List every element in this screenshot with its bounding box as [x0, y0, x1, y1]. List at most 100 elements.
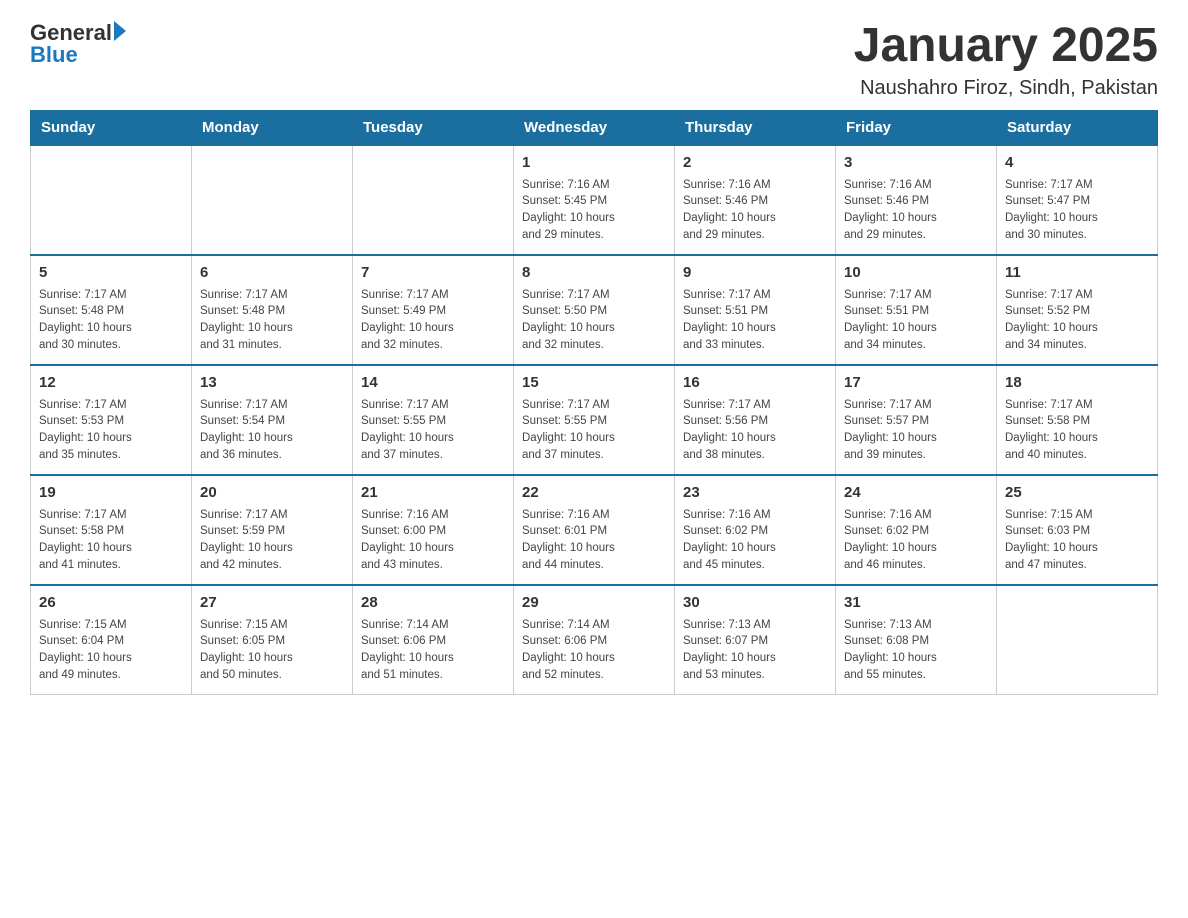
- logo: General Blue: [30, 20, 126, 68]
- day-number: 30: [683, 592, 827, 614]
- day-info: Sunrise: 7:16 AM Sunset: 6:01 PM Dayligh…: [522, 507, 666, 574]
- logo-arrow-icon: [114, 21, 126, 41]
- day-number: 1: [522, 152, 666, 174]
- calendar-cell: 19 Sunrise: 7:17 AM Sunset: 5:58 PM Dayli…: [31, 475, 192, 585]
- calendar-cell: 7Sunrise: 7:17 AM Sunset: 5:49 PM Daylig…: [353, 255, 514, 365]
- calendar-header: SundayMondayTuesdayWednesdayThursdayFrid…: [31, 110, 1158, 145]
- calendar-cell: 22 Sunrise: 7:16 AM Sunset: 6:01 PM Dayli…: [514, 475, 675, 585]
- day-info: Sunrise: 7:17 AM Sunset: 5:59 PM Dayligh…: [200, 507, 344, 574]
- day-number: 4: [1005, 152, 1149, 174]
- calendar-cell: 14 Sunrise: 7:17 AM Sunset: 5:55 PM Dayli…: [353, 365, 514, 475]
- day-number: 14: [361, 372, 505, 394]
- calendar-week-row: 26 Sunrise: 7:15 AM Sunset: 6:04 PM Dayli…: [31, 585, 1158, 695]
- calendar-cell: 18Sunrise: 7:17 AM Sunset: 5:58 PM Dayli…: [997, 365, 1158, 475]
- calendar-cell: 10Sunrise: 7:17 AM Sunset: 5:51 PM Dayli…: [836, 255, 997, 365]
- calendar-cell: [192, 145, 353, 255]
- day-info: Sunrise: 7:17 AM Sunset: 5:48 PM Dayligh…: [39, 287, 183, 354]
- day-info: Sunrise: 7:17 AM Sunset: 5:58 PM Dayligh…: [39, 507, 183, 574]
- calendar-cell: 25Sunrise: 7:15 AM Sunset: 6:03 PM Dayli…: [997, 475, 1158, 585]
- day-info: Sunrise: 7:17 AM Sunset: 5:57 PM Dayligh…: [844, 397, 988, 464]
- day-number: 16: [683, 372, 827, 394]
- day-info: Sunrise: 7:17 AM Sunset: 5:48 PM Dayligh…: [200, 287, 344, 354]
- calendar-cell: 2Sunrise: 7:16 AM Sunset: 5:46 PM Daylig…: [675, 145, 836, 255]
- calendar-cell: 9 Sunrise: 7:17 AM Sunset: 5:51 PM Daylig…: [675, 255, 836, 365]
- day-number: 19: [39, 482, 183, 504]
- day-info: Sunrise: 7:15 AM Sunset: 6:04 PM Dayligh…: [39, 617, 183, 684]
- calendar-cell: [353, 145, 514, 255]
- calendar-cell: 12Sunrise: 7:17 AM Sunset: 5:53 PM Dayli…: [31, 365, 192, 475]
- day-number: 24: [844, 482, 988, 504]
- page-header: General Blue January 2025 Naushahro Firo…: [30, 20, 1158, 100]
- day-of-week-header: Thursday: [675, 110, 836, 145]
- month-title: January 2025: [854, 20, 1158, 73]
- calendar-cell: 8Sunrise: 7:17 AM Sunset: 5:50 PM Daylig…: [514, 255, 675, 365]
- day-number: 12: [39, 372, 183, 394]
- day-number: 25: [1005, 482, 1149, 504]
- day-number: 23: [683, 482, 827, 504]
- calendar-cell: 20 Sunrise: 7:17 AM Sunset: 5:59 PM Dayli…: [192, 475, 353, 585]
- day-info: Sunrise: 7:17 AM Sunset: 5:56 PM Dayligh…: [683, 397, 827, 464]
- day-number: 21: [361, 482, 505, 504]
- day-info: Sunrise: 7:16 AM Sunset: 5:46 PM Dayligh…: [844, 177, 988, 244]
- calendar-week-row: 1 Sunrise: 7:16 AM Sunset: 5:45 PM Daylig…: [31, 145, 1158, 255]
- day-of-week-header: Wednesday: [514, 110, 675, 145]
- calendar-cell: 30 Sunrise: 7:13 AM Sunset: 6:07 PM Dayli…: [675, 585, 836, 695]
- day-info: Sunrise: 7:17 AM Sunset: 5:55 PM Dayligh…: [361, 397, 505, 464]
- calendar-cell: 13Sunrise: 7:17 AM Sunset: 5:54 PM Dayli…: [192, 365, 353, 475]
- calendar-cell: 3 Sunrise: 7:16 AM Sunset: 5:46 PM Daylig…: [836, 145, 997, 255]
- day-number: 28: [361, 592, 505, 614]
- day-info: Sunrise: 7:16 AM Sunset: 6:02 PM Dayligh…: [683, 507, 827, 574]
- day-number: 3: [844, 152, 988, 174]
- day-number: 22: [522, 482, 666, 504]
- day-info: Sunrise: 7:17 AM Sunset: 5:55 PM Dayligh…: [522, 397, 666, 464]
- calendar-cell: 16 Sunrise: 7:17 AM Sunset: 5:56 PM Dayli…: [675, 365, 836, 475]
- day-info: Sunrise: 7:17 AM Sunset: 5:51 PM Dayligh…: [683, 287, 827, 354]
- day-info: Sunrise: 7:17 AM Sunset: 5:52 PM Dayligh…: [1005, 287, 1149, 354]
- calendar-week-row: 5 Sunrise: 7:17 AM Sunset: 5:48 PM Daylig…: [31, 255, 1158, 365]
- calendar-cell: 17 Sunrise: 7:17 AM Sunset: 5:57 PM Dayli…: [836, 365, 997, 475]
- calendar-body: 1 Sunrise: 7:16 AM Sunset: 5:45 PM Daylig…: [31, 145, 1158, 695]
- day-number: 20: [200, 482, 344, 504]
- day-number: 2: [683, 152, 827, 174]
- calendar-cell: 26 Sunrise: 7:15 AM Sunset: 6:04 PM Dayli…: [31, 585, 192, 695]
- calendar-week-row: 19 Sunrise: 7:17 AM Sunset: 5:58 PM Dayli…: [31, 475, 1158, 585]
- calendar-cell: 29Sunrise: 7:14 AM Sunset: 6:06 PM Dayli…: [514, 585, 675, 695]
- days-of-week-row: SundayMondayTuesdayWednesdayThursdayFrid…: [31, 110, 1158, 145]
- calendar-table: SundayMondayTuesdayWednesdayThursdayFrid…: [30, 110, 1158, 696]
- calendar-cell: 4 Sunrise: 7:17 AM Sunset: 5:47 PM Daylig…: [997, 145, 1158, 255]
- day-number: 8: [522, 262, 666, 284]
- day-info: Sunrise: 7:17 AM Sunset: 5:47 PM Dayligh…: [1005, 177, 1149, 244]
- logo-blue: Blue: [30, 42, 78, 68]
- day-of-week-header: Sunday: [31, 110, 192, 145]
- calendar-cell: 28Sunrise: 7:14 AM Sunset: 6:06 PM Dayli…: [353, 585, 514, 695]
- day-of-week-header: Saturday: [997, 110, 1158, 145]
- day-number: 7: [361, 262, 505, 284]
- day-number: 15: [522, 372, 666, 394]
- calendar-cell: [31, 145, 192, 255]
- day-number: 17: [844, 372, 988, 394]
- day-number: 11: [1005, 262, 1149, 284]
- day-number: 29: [522, 592, 666, 614]
- day-info: Sunrise: 7:13 AM Sunset: 6:08 PM Dayligh…: [844, 617, 988, 684]
- calendar-cell: 31 Sunrise: 7:13 AM Sunset: 6:08 PM Dayli…: [836, 585, 997, 695]
- day-number: 10: [844, 262, 988, 284]
- day-number: 9: [683, 262, 827, 284]
- day-number: 27: [200, 592, 344, 614]
- calendar-cell: 6 Sunrise: 7:17 AM Sunset: 5:48 PM Daylig…: [192, 255, 353, 365]
- day-info: Sunrise: 7:16 AM Sunset: 6:02 PM Dayligh…: [844, 507, 988, 574]
- calendar-cell: 23 Sunrise: 7:16 AM Sunset: 6:02 PM Dayli…: [675, 475, 836, 585]
- calendar-cell: 1 Sunrise: 7:16 AM Sunset: 5:45 PM Daylig…: [514, 145, 675, 255]
- calendar-week-row: 12Sunrise: 7:17 AM Sunset: 5:53 PM Dayli…: [31, 365, 1158, 475]
- day-number: 5: [39, 262, 183, 284]
- day-info: Sunrise: 7:13 AM Sunset: 6:07 PM Dayligh…: [683, 617, 827, 684]
- calendar-cell: 21 Sunrise: 7:16 AM Sunset: 6:00 PM Dayli…: [353, 475, 514, 585]
- day-info: Sunrise: 7:16 AM Sunset: 6:00 PM Dayligh…: [361, 507, 505, 574]
- day-number: 6: [200, 262, 344, 284]
- calendar-cell: 24 Sunrise: 7:16 AM Sunset: 6:02 PM Dayli…: [836, 475, 997, 585]
- day-number: 26: [39, 592, 183, 614]
- day-number: 31: [844, 592, 988, 614]
- day-info: Sunrise: 7:16 AM Sunset: 5:45 PM Dayligh…: [522, 177, 666, 244]
- day-info: Sunrise: 7:15 AM Sunset: 6:05 PM Dayligh…: [200, 617, 344, 684]
- calendar-cell: 11 Sunrise: 7:17 AM Sunset: 5:52 PM Dayli…: [997, 255, 1158, 365]
- day-of-week-header: Tuesday: [353, 110, 514, 145]
